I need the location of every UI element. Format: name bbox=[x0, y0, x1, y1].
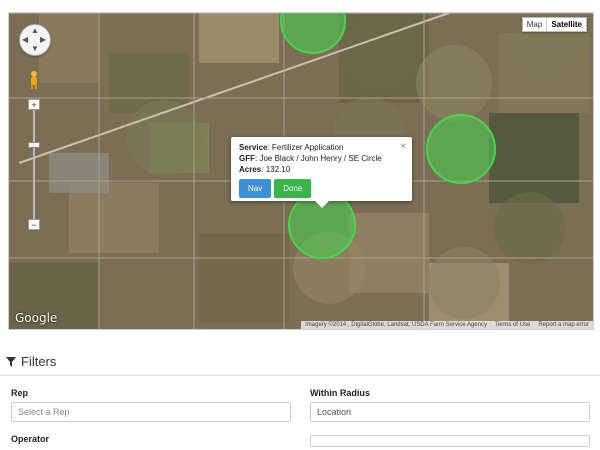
service-value: : Fertilizer Application bbox=[267, 143, 344, 152]
filters-heading: Filters bbox=[6, 354, 56, 369]
map-type-map-button[interactable]: Map bbox=[523, 18, 547, 31]
acres-label: Acres bbox=[239, 165, 262, 174]
radius-location-input[interactable]: Location bbox=[310, 402, 590, 422]
rep-label: Rep bbox=[11, 388, 29, 398]
pegman-icon[interactable] bbox=[29, 71, 39, 89]
map-view[interactable]: Map Satellite ▲ ▼ ◀ ▶ + − Google Imagery… bbox=[8, 12, 594, 330]
pan-left-icon[interactable]: ◀ bbox=[22, 36, 28, 44]
close-icon[interactable]: × bbox=[400, 141, 406, 152]
map-type-satellite-button[interactable]: Satellite bbox=[546, 18, 586, 31]
done-button[interactable]: Done bbox=[274, 179, 312, 198]
filters-title: Filters bbox=[21, 354, 57, 369]
zoom-slider-handle[interactable] bbox=[28, 142, 40, 148]
filters-panel: Filters Rep Select a Rep Within Radius L… bbox=[0, 344, 600, 450]
map-type-control: Map Satellite bbox=[521, 17, 587, 32]
acres-value: : 132.10 bbox=[261, 165, 291, 174]
service-label: Service bbox=[239, 143, 268, 152]
info-window: × Service: Fertilizer Application GFF: J… bbox=[231, 137, 412, 208]
info-window-tail bbox=[315, 201, 329, 208]
report-error-link[interactable]: Report a map error bbox=[534, 321, 593, 329]
zoom-in-button[interactable]: + bbox=[28, 99, 40, 110]
pan-down-icon[interactable]: ▼ bbox=[31, 45, 39, 53]
gff-line: GFF: Joe Black / John Henry / SE Circle bbox=[239, 153, 404, 164]
zoom-track[interactable] bbox=[33, 105, 35, 225]
pan-right-icon[interactable]: ▶ bbox=[40, 36, 46, 44]
operator-label: Operator bbox=[11, 434, 50, 444]
gff-label: GFF bbox=[239, 154, 255, 163]
service-line: Service: Fertilizer Application bbox=[239, 142, 404, 153]
map-attribution: Imagery ©2014 , DigitalGlobe, Landsat, U… bbox=[301, 321, 593, 329]
pan-up-icon[interactable]: ▲ bbox=[31, 27, 39, 35]
filter-icon bbox=[6, 356, 16, 367]
gff-value: : Joe Black / John Henry / SE Circle bbox=[255, 154, 382, 163]
rep-select[interactable]: Select a Rep bbox=[11, 402, 291, 422]
operator-side-input[interactable] bbox=[310, 435, 590, 447]
imagery-credit: Imagery ©2014 , DigitalGlobe, Landsat, U… bbox=[305, 322, 487, 328]
page: Map Satellite ▲ ▼ ◀ ▶ + − Google Imagery… bbox=[0, 0, 600, 450]
divider bbox=[0, 375, 600, 376]
radius-label: Within Radius bbox=[310, 388, 370, 398]
nav-button[interactable]: Nav bbox=[239, 179, 272, 198]
google-logo: Google bbox=[15, 311, 58, 325]
terms-link[interactable]: Terms of Use bbox=[491, 321, 534, 329]
zoom-out-button[interactable]: − bbox=[28, 219, 40, 230]
pan-control[interactable]: ▲ ▼ ◀ ▶ bbox=[19, 24, 51, 56]
acres-line: Acres: 132.10 bbox=[239, 164, 404, 175]
